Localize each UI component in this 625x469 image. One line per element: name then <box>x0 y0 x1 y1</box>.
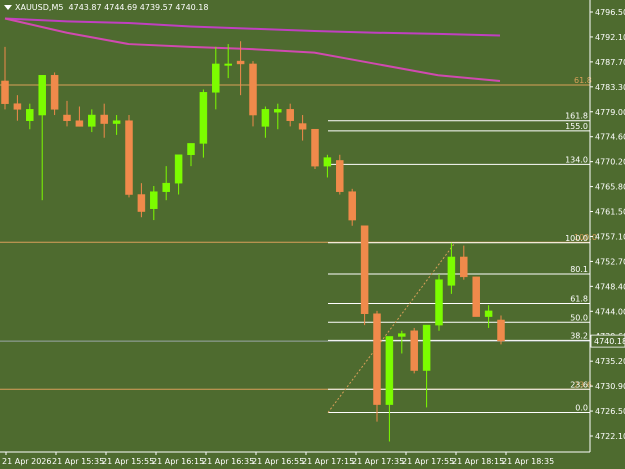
time-label: 21 Apr 17:15 <box>302 457 354 466</box>
bull-candle[interactable] <box>261 109 270 127</box>
axes: 4796.50 4792.10 4787.70 4783.30 4779.00 4774.… <box>0 0 625 466</box>
bear-candle[interactable] <box>298 123 307 130</box>
symbol-name: XAUUSD,M5 <box>15 3 64 12</box>
time-label: 21 Apr 17:35 <box>352 457 404 466</box>
price-label: 4774.60 <box>595 133 625 142</box>
price-label: 4783.30 <box>595 83 625 92</box>
fib-level-label: 134.0 <box>565 155 588 164</box>
bull-candle[interactable] <box>398 333 406 337</box>
time-label: 21 Apr 18:35 <box>502 457 554 466</box>
bull-candle[interactable] <box>274 109 282 113</box>
bull-candle[interactable] <box>447 256 456 286</box>
price-label: 4779.00 <box>595 108 625 117</box>
bear-candle[interactable] <box>100 114 108 124</box>
time-label: 21 Apr 16:15 <box>152 457 204 466</box>
bull-candle[interactable] <box>162 182 170 192</box>
bull-candle[interactable] <box>88 114 96 127</box>
price-label: 4765.80 <box>595 183 625 192</box>
bear-candle[interactable] <box>348 191 356 221</box>
symbol-header: XAUUSD,M5 4743.87 4744.69 4739.57 4740.1… <box>4 3 209 12</box>
bear-candle[interactable] <box>13 103 22 110</box>
bull-candle[interactable] <box>187 143 195 156</box>
bear-candle[interactable] <box>249 63 257 116</box>
bull-candle[interactable] <box>422 324 431 371</box>
bear-candle[interactable] <box>360 225 369 314</box>
chart-window[interactable]: 61.8 100.0 23.6 161.8 155.0 134.0 100.0 80.1 61… <box>0 0 625 469</box>
bear-candle[interactable] <box>75 120 84 127</box>
time-label: 21 Apr 17:55 <box>402 457 454 466</box>
fib-level-label: 100.0 <box>565 234 588 243</box>
fib-level-label: 23.6 <box>570 380 588 389</box>
time-label: 21 Apr 16:55 <box>252 457 304 466</box>
fib-level-label: 155.0 <box>565 122 588 131</box>
time-label: 21 Apr 2026 <box>2 457 51 466</box>
candles <box>1 41 505 442</box>
ma-slow-line[interactable] <box>4 17 501 37</box>
price-label: 4761.50 <box>595 208 625 217</box>
price-label: 4748.40 <box>595 282 625 291</box>
bear-candle[interactable] <box>236 60 245 65</box>
bear-candle[interactable] <box>497 319 505 342</box>
bull-candle[interactable] <box>112 120 121 124</box>
bull-candle[interactable] <box>435 279 443 326</box>
fib-level-label: 161.8 <box>565 112 588 121</box>
time-label: 21 Apr 15:55 <box>102 457 154 466</box>
candlestick-chart[interactable]: 61.8100.023.6 161.8155.0134.0100.080.161… <box>0 0 625 469</box>
fib-level-label: 61.8 <box>570 295 588 304</box>
bull-candle[interactable] <box>150 191 158 209</box>
bear-candle[interactable] <box>410 330 418 371</box>
fib-level-label: 80.1 <box>570 265 588 274</box>
bull-candle[interactable] <box>174 154 183 184</box>
dropdown-arrow-icon[interactable] <box>4 5 12 10</box>
bear-candle[interactable] <box>373 313 381 405</box>
bear-candle[interactable] <box>286 109 294 121</box>
price-label: 4757.10 <box>595 232 625 241</box>
price-label: 4787.70 <box>595 58 625 67</box>
bull-candle[interactable] <box>323 157 332 167</box>
price-label: 4730.90 <box>595 382 625 391</box>
time-label: 21 Apr 15:35 <box>52 457 104 466</box>
bull-candle[interactable] <box>212 63 220 93</box>
bull-candle[interactable] <box>38 75 46 116</box>
bull-candle[interactable] <box>224 63 232 66</box>
bull-candle[interactable] <box>484 310 493 317</box>
price-label: 4726.50 <box>595 407 625 416</box>
time-label: 21 Apr 16:35 <box>202 457 254 466</box>
price-label: 4770.20 <box>595 158 625 167</box>
horizontal-level-label: 61.8 <box>574 76 592 85</box>
bull-candle[interactable] <box>26 109 34 121</box>
bear-candle[interactable] <box>137 194 146 212</box>
bear-candle[interactable] <box>460 256 468 278</box>
price-label: 4744.00 <box>595 307 625 316</box>
bear-candle[interactable] <box>125 120 133 195</box>
bull-candle[interactable] <box>385 336 394 405</box>
price-label: 4722.10 <box>595 432 625 441</box>
bear-candle[interactable] <box>50 75 59 110</box>
bear-candle[interactable] <box>63 114 71 121</box>
current-price-label: 4740.18 <box>594 337 625 346</box>
price-label: 4735.20 <box>595 357 625 366</box>
ohlc-readout: 4743.87 4744.69 4739.57 4740.18 <box>68 3 209 12</box>
fib-level-label: 0.0 <box>575 404 588 413</box>
bull-candle[interactable] <box>199 92 208 144</box>
fib-level-label: 50.0 <box>570 313 588 322</box>
bear-candle[interactable] <box>472 276 480 317</box>
time-label: 21 Apr 18:15 <box>452 457 504 466</box>
bear-candle[interactable] <box>336 160 344 192</box>
price-label: 4752.70 <box>595 257 625 266</box>
bear-candle[interactable] <box>1 80 9 104</box>
fib-level-label: 38.2 <box>570 331 588 340</box>
price-label: 4796.50 <box>595 8 625 17</box>
bear-candle[interactable] <box>311 128 319 167</box>
price-label: 4792.10 <box>595 33 625 42</box>
